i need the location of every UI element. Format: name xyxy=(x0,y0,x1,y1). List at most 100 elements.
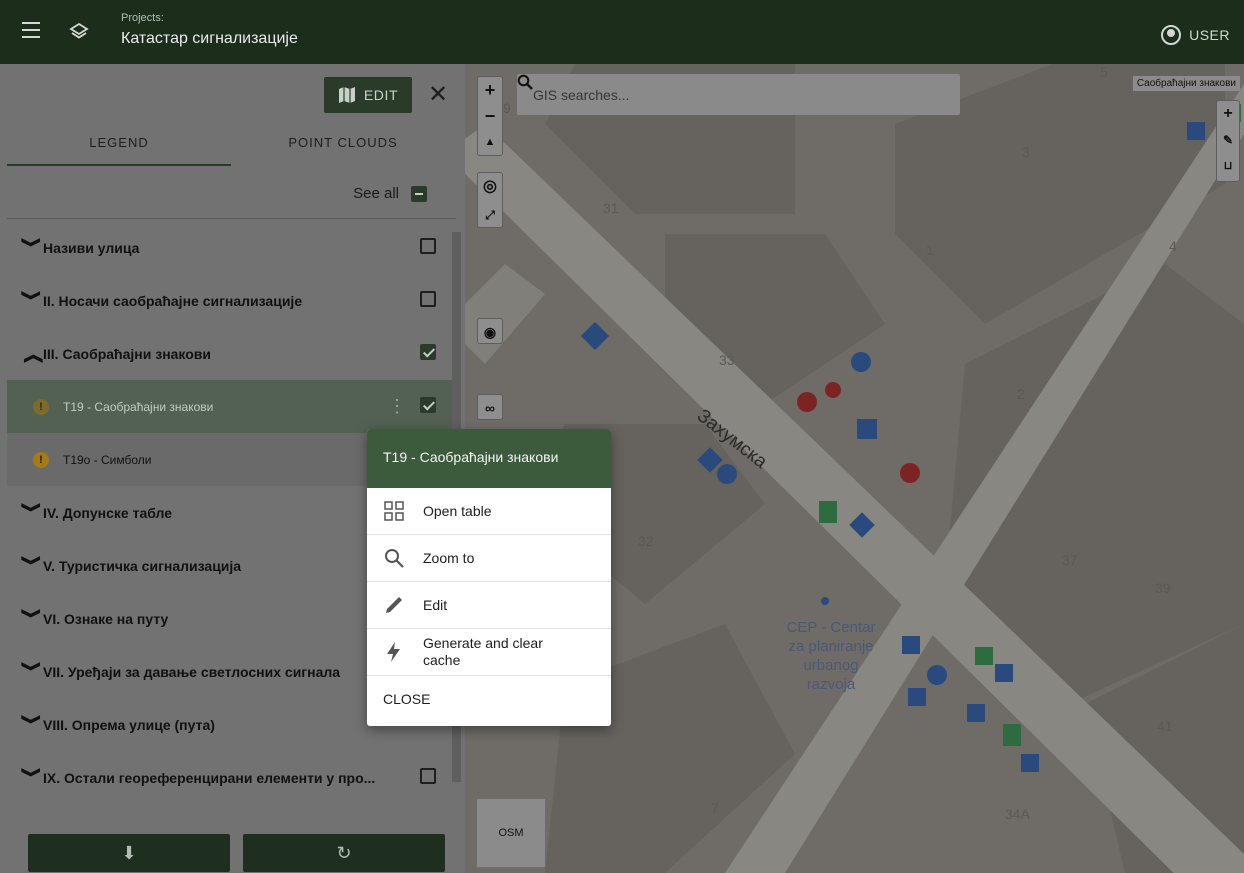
edit-menu-item[interactable]: Edit xyxy=(367,582,611,629)
house-number: 34A xyxy=(1005,806,1030,822)
sublayer-checkbox[interactable] xyxy=(420,397,436,413)
house-number: 5 xyxy=(1100,64,1108,80)
chevron-down-icon[interactable]: ❯ xyxy=(21,661,43,683)
menu-item-label: Open table xyxy=(423,503,492,519)
location-controls: ◎ ⤢ xyxy=(477,172,503,228)
menu-item-label: Zoom to xyxy=(423,550,475,566)
house-number: 33 xyxy=(719,352,735,368)
chevron-down-icon[interactable]: ❯ xyxy=(21,555,43,577)
tab-legend[interactable]: LEGEND xyxy=(7,128,231,166)
download-icon: ⬇ xyxy=(121,843,137,863)
user-label: USER xyxy=(1189,27,1230,43)
poi-label-line: CEP - Centar xyxy=(786,619,876,636)
house-number: 4 xyxy=(1169,238,1177,254)
layer-checkbox[interactable] xyxy=(420,344,436,360)
chevron-down-icon[interactable]: ❯ xyxy=(21,237,43,259)
context-menu-title: T19 - Саобраћајни знакови xyxy=(367,429,611,488)
eye-icon: ◉ xyxy=(483,324,497,340)
bolt-icon xyxy=(387,642,400,662)
menu-item-label: Edit xyxy=(423,597,448,613)
layer-group[interactable]: ❯ Називи улица xyxy=(7,221,456,274)
pencil-icon[interactable]: ✎ xyxy=(1217,127,1239,153)
chevron-down-icon[interactable]: ❯ xyxy=(21,290,43,312)
cache-menu-item[interactable]: Generate and clear cache xyxy=(367,629,611,676)
basemap-switcher[interactable]: OSM xyxy=(477,799,545,867)
layer-context-menu: T19 - Саобраћајни знакови Open table Zoo… xyxy=(367,429,611,726)
panel-tabs: LEGEND POINT CLOUDS xyxy=(7,128,456,166)
layer-group[interactable]: ❯ II. Носачи саобраћајне сигнализације xyxy=(7,274,456,327)
close-icon[interactable]: ✕ xyxy=(428,80,448,109)
edit-label: EDIT xyxy=(363,87,399,103)
account-icon xyxy=(1161,25,1182,45)
project-name[interactable]: Катастар сигнализације xyxy=(121,30,298,48)
poi-label-line: urbanog xyxy=(803,657,859,674)
search-icon xyxy=(385,549,404,568)
user-menu[interactable]: USER xyxy=(1161,25,1230,45)
house-number: 39 xyxy=(1155,580,1171,596)
chevron-down-icon[interactable]: ❯ xyxy=(21,767,43,789)
layer-group[interactable]: ❯ III. Саобраћајни знакови xyxy=(7,327,456,380)
refresh-button[interactable]: ↻ xyxy=(243,834,445,872)
sublayer-label: T19 - Саобраћајни знакови xyxy=(63,399,214,414)
poi-label-line: za planiranje xyxy=(788,638,874,655)
zoom-out-button[interactable]: − xyxy=(478,103,502,129)
chevron-down-icon[interactable]: ❯ xyxy=(21,714,43,736)
more-vert-icon[interactable]: ⋮ xyxy=(388,396,406,417)
locate-icon[interactable]: ◎ xyxy=(478,173,502,201)
layer-checkbox[interactable] xyxy=(420,768,436,784)
zoom-in-button[interactable]: + xyxy=(478,77,502,103)
layer-checkbox[interactable] xyxy=(420,291,436,307)
measure-controls: + ✎ ⊔ xyxy=(1216,100,1240,182)
gis-search[interactable]: GIS searches... xyxy=(517,74,960,115)
projects-label: Projects: xyxy=(121,12,164,24)
visibility-button[interactable]: ◉ xyxy=(477,318,503,344)
ruler-icon[interactable]: ⊔ xyxy=(1217,153,1239,179)
house-number: 37 xyxy=(1062,552,1078,568)
layer-label: III. Саобраћајни знакови xyxy=(43,345,212,362)
pencil-icon xyxy=(386,597,402,613)
fullscreen-icon[interactable]: ⤢ xyxy=(478,201,502,229)
chevron-down-icon[interactable]: ❯ xyxy=(21,608,43,630)
close-menu-button[interactable]: CLOSE xyxy=(367,676,611,722)
house-number: 7 xyxy=(711,800,719,816)
chevron-up-icon[interactable]: ❯ xyxy=(21,343,43,365)
poi-label-line: razvoja xyxy=(806,676,856,693)
layer-group[interactable]: ❯ IX. Остали геореференцирани елементи у… xyxy=(7,751,456,804)
see-all-checkbox[interactable] xyxy=(411,185,427,202)
zoom-controls: + − ▲ xyxy=(477,76,503,156)
house-number: 41 xyxy=(1157,718,1173,734)
layer-label: IX. Остали геореференцирани елементи у п… xyxy=(43,769,376,786)
poi-label: CEP - Centar za planiranje urbanog razvo… xyxy=(761,618,901,694)
layer-tooltip: Саобраћајни знакови xyxy=(1132,76,1240,91)
menu-item-label: Generate and clear cache xyxy=(423,635,543,668)
zoom-to-menu-item[interactable]: Zoom to xyxy=(367,535,611,582)
table-icon xyxy=(384,501,404,521)
download-button[interactable]: ⬇ xyxy=(28,834,230,872)
house-number: 2 xyxy=(1017,386,1025,402)
sublayer-item[interactable]: ! T19 - Саобраћајни знакови ⋮ xyxy=(7,380,456,433)
app-header: Projects: Катастар сигнализације USER xyxy=(0,0,1244,64)
link-icon: ∞ xyxy=(485,400,495,416)
tab-point-clouds[interactable]: POINT CLOUDS xyxy=(231,128,455,166)
layers-icon[interactable] xyxy=(68,21,90,43)
refresh-icon: ↻ xyxy=(336,843,352,863)
edit-button[interactable]: EDIT xyxy=(324,77,412,113)
layer-label: Називи улица xyxy=(43,239,140,256)
menu-icon[interactable] xyxy=(22,22,42,42)
map-icon xyxy=(338,87,355,103)
search-input[interactable]: GIS searches... xyxy=(533,87,629,103)
layer-checkbox[interactable] xyxy=(420,238,436,254)
house-number: 9 xyxy=(503,100,511,116)
zoom-in-small-icon[interactable]: + xyxy=(1217,101,1239,127)
search-icon xyxy=(517,74,533,90)
compass-button[interactable]: ▲ xyxy=(478,129,502,155)
see-all-toggle[interactable]: See all xyxy=(353,185,427,202)
divider xyxy=(7,218,456,219)
see-all-label: See all xyxy=(353,185,399,202)
chevron-down-icon[interactable]: ❯ xyxy=(21,502,43,524)
house-number: 1 xyxy=(926,242,934,258)
open-table-menu-item[interactable]: Open table xyxy=(367,488,611,535)
house-number: 32 xyxy=(638,533,654,549)
warning-icon: ! xyxy=(33,398,49,415)
share-link-button[interactable]: ∞ xyxy=(477,394,503,420)
